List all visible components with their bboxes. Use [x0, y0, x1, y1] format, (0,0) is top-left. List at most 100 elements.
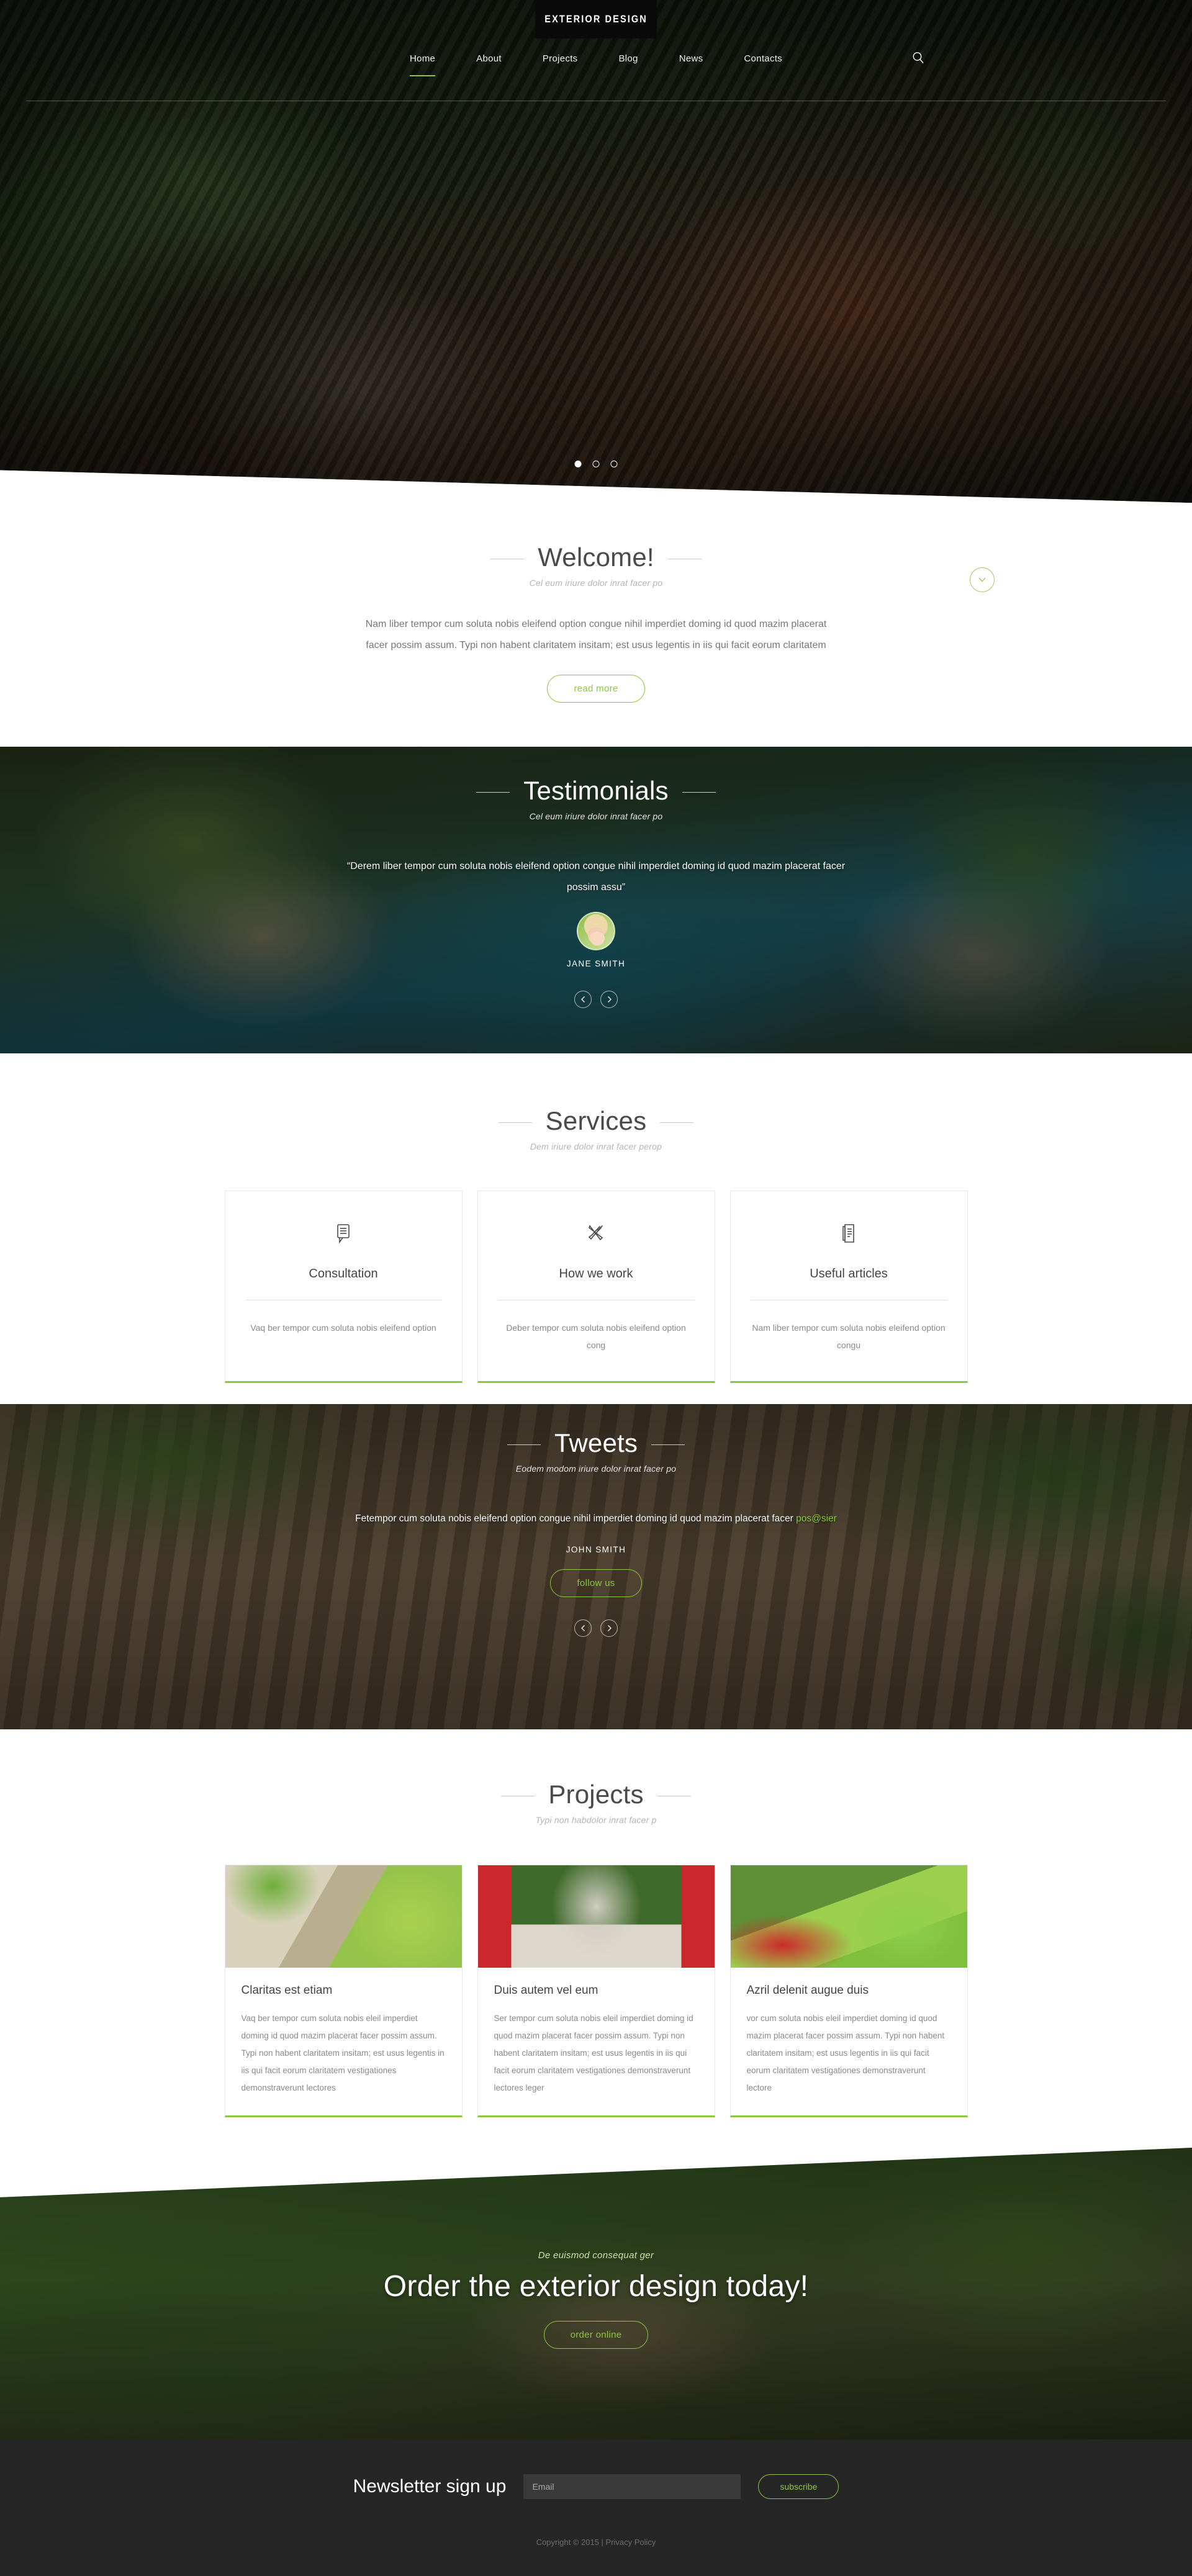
service-card-title: Consultation — [309, 1267, 378, 1281]
projects-section: Projects Typi non habdolor inrat facer p… — [0, 1729, 1192, 2164]
chevron-right-icon — [607, 996, 612, 1003]
project-card-title: Duis autem vel eum — [494, 1984, 598, 1997]
tweets-prev-button[interactable] — [574, 1619, 592, 1637]
nav-item-home[interactable]: Home — [389, 52, 456, 76]
service-card-useful-articles[interactable]: Useful articles Nam liber tempor cum sol… — [729, 1191, 968, 1384]
cta-section: De euismod consequat ger Order the exter… — [0, 2148, 1192, 2439]
project-card-title: Claritas est etiam — [241, 1984, 333, 1997]
logo-text: EXTERIOR DESIGN — [544, 13, 648, 25]
project-thumbnail — [730, 1865, 967, 1968]
cta-subtitle: De euismod consequat ger — [538, 2250, 654, 2261]
testimonials-title: Testimonials — [476, 776, 716, 805]
main-navigation: Home About Projects Blog News Contacts — [0, 38, 1192, 101]
tweet-author: JOHN SMITH — [566, 1545, 626, 1555]
project-thumbnail — [477, 1865, 715, 1968]
tweet-body-text: Fetempor cum soluta nobis eleifend optio… — [355, 1513, 797, 1524]
project-card-text: Ser tempor cum soluta nobis eleil imperd… — [494, 2014, 693, 2093]
services-heading-block: Services Dem iriure dolor inrat facer pe… — [0, 1053, 1192, 1151]
newsletter-title: Newsletter sign up — [353, 2476, 507, 2497]
slider-dot-2[interactable] — [592, 461, 600, 467]
subscribe-button[interactable]: subscribe — [758, 2474, 839, 2499]
email-field[interactable] — [523, 2474, 741, 2499]
project-card-body: Claritas est etiam Vaq ber tempor cum so… — [225, 1968, 462, 2115]
tweets-title: Tweets — [507, 1428, 685, 1457]
cta-title: Order the exterior design today! — [383, 2270, 809, 2303]
project-card[interactable]: Azril delenit augue duis vor cum soluta … — [729, 1865, 968, 2118]
testimonial-author: JANE SMITH — [566, 959, 626, 969]
welcome-heading-block: Welcome! Cel eum iriure dolor inrat face… — [0, 504, 1192, 588]
hero-slider-dots — [574, 461, 618, 467]
project-card[interactable]: Claritas est etiam Vaq ber tempor cum so… — [224, 1865, 463, 2118]
nav-item-about[interactable]: About — [456, 52, 522, 66]
project-thumbnail — [225, 1865, 462, 1968]
services-subtitle: Dem iriure dolor inrat facer perop — [530, 1142, 662, 1152]
page-root: EXTERIOR DESIGN Home About Projects Blog… — [0, 0, 1192, 2576]
chevron-right-icon — [607, 1625, 612, 1632]
project-card-body: Azril delenit augue duis vor cum soluta … — [731, 1968, 967, 2115]
chevron-left-icon — [580, 996, 585, 1003]
services-title: Services — [498, 1106, 693, 1135]
service-card-text: Deber tempor cum soluta nobis eleifend o… — [506, 1323, 686, 1351]
service-card-text: Nam liber tempor cum soluta nobis eleife… — [752, 1323, 946, 1351]
scroll-down-button[interactable] — [970, 567, 995, 592]
project-card-text: vor cum soluta nobis eleil imperdiet dom… — [746, 2014, 945, 2093]
nav-item-projects[interactable]: Projects — [522, 52, 598, 66]
project-card-title: Azril delenit augue duis — [746, 1984, 869, 1997]
follow-us-button[interactable]: follow us — [550, 1569, 642, 1598]
slider-dot-1[interactable] — [574, 461, 582, 467]
tweets-section: Tweets Eodem modom iriure dolor inrat fa… — [0, 1404, 1192, 1729]
tweets-cta-wrap: follow us — [0, 1569, 1192, 1598]
tweet-body: Fetempor cum soluta nobis eleifend optio… — [335, 1508, 857, 1529]
welcome-subtitle: Cel eum iriure dolor inrat facer po — [529, 578, 663, 588]
tools-icon — [498, 1218, 695, 1248]
tweets-next-button[interactable] — [600, 1619, 618, 1637]
welcome-body-text: Nam liber tempor cum soluta nobis eleife… — [365, 619, 827, 651]
tweets-heading-block: Tweets Eodem modom iriure dolor inrat fa… — [0, 1428, 1192, 1474]
tweets-carousel-controls — [0, 1619, 1192, 1637]
testimonials-subtitle: Cel eum iriure dolor inrat facer po — [529, 811, 663, 822]
newsletter-form: Newsletter sign up subscribe — [0, 2439, 1192, 2499]
services-section: Services Dem iriure dolor inrat facer pe… — [0, 1053, 1192, 1404]
project-card-text: Vaq ber tempor cum soluta nobis eleil im… — [241, 2014, 445, 2093]
welcome-section: Welcome! Cel eum iriure dolor inrat face… — [0, 504, 1192, 747]
service-card-consultation[interactable]: Consultation Vaq ber tempor cum soluta n… — [224, 1191, 463, 1384]
projects-subtitle: Typi non habdolor inrat facer p — [535, 1815, 657, 1826]
testimonial-quote: “Derem liber tempor cum soluta nobis ele… — [346, 861, 846, 893]
speech-bubble-icon — [245, 1218, 442, 1248]
nav-item-blog[interactable]: Blog — [598, 52, 658, 66]
projects-heading-block: Projects Typi non habdolor inrat facer p — [0, 1729, 1192, 1825]
document-icon — [751, 1218, 947, 1248]
welcome-title: Welcome! — [490, 543, 702, 572]
site-logo[interactable]: EXTERIOR DESIGN — [535, 0, 657, 38]
nav-list: Home About Projects Blog News Contacts — [0, 38, 1192, 76]
tweets-subtitle: Eodem modom iriure dolor inrat facer po — [515, 1464, 677, 1474]
order-online-button[interactable]: order online — [543, 2321, 649, 2349]
project-card-body: Duis autem vel eum Ser tempor cum soluta… — [478, 1968, 715, 2115]
chevron-down-icon — [978, 577, 986, 582]
service-card-how-we-work[interactable]: How we work Deber tempor cum soluta nobi… — [477, 1191, 715, 1384]
slider-dot-3[interactable] — [610, 461, 618, 467]
avatar — [577, 912, 615, 951]
testimonials-carousel-controls — [0, 991, 1192, 1009]
nav-item-contacts[interactable]: Contacts — [723, 52, 803, 66]
projects-card-list: Claritas est etiam Vaq ber tempor cum so… — [0, 1865, 1192, 2118]
chevron-left-icon — [580, 1625, 585, 1632]
cta-content: De euismod consequat ger Order the exter… — [0, 2148, 1192, 2349]
projects-title: Projects — [501, 1780, 692, 1809]
service-card-text: Vaq ber tempor cum soluta nobis eleifend… — [250, 1323, 436, 1333]
testimonials-section: Testimonials Cel eum iriure dolor inrat … — [0, 747, 1192, 1053]
services-card-list: Consultation Vaq ber tempor cum soluta n… — [0, 1191, 1192, 1384]
testimonials-content: Testimonials Cel eum iriure dolor inrat … — [0, 747, 1192, 1009]
nav-item-news[interactable]: News — [659, 52, 724, 66]
read-more-button[interactable]: read more — [547, 675, 645, 703]
footer: Newsletter sign up subscribe Copyright ©… — [0, 2439, 1192, 2576]
search-icon[interactable] — [911, 51, 925, 65]
testimonials-prev-button[interactable] — [574, 991, 592, 1009]
tweet-mention-link[interactable]: pos@sier — [796, 1513, 837, 1524]
cta-button-wrap: order online — [0, 2321, 1192, 2349]
copyright[interactable]: Copyright © 2015 | Privacy Policy — [0, 2538, 1192, 2547]
testimonials-next-button[interactable] — [600, 991, 618, 1009]
tweets-content: Tweets Eodem modom iriure dolor inrat fa… — [0, 1404, 1192, 1637]
service-card-title: How we work — [559, 1267, 633, 1281]
project-card[interactable]: Duis autem vel eum Ser tempor cum soluta… — [477, 1865, 715, 2118]
